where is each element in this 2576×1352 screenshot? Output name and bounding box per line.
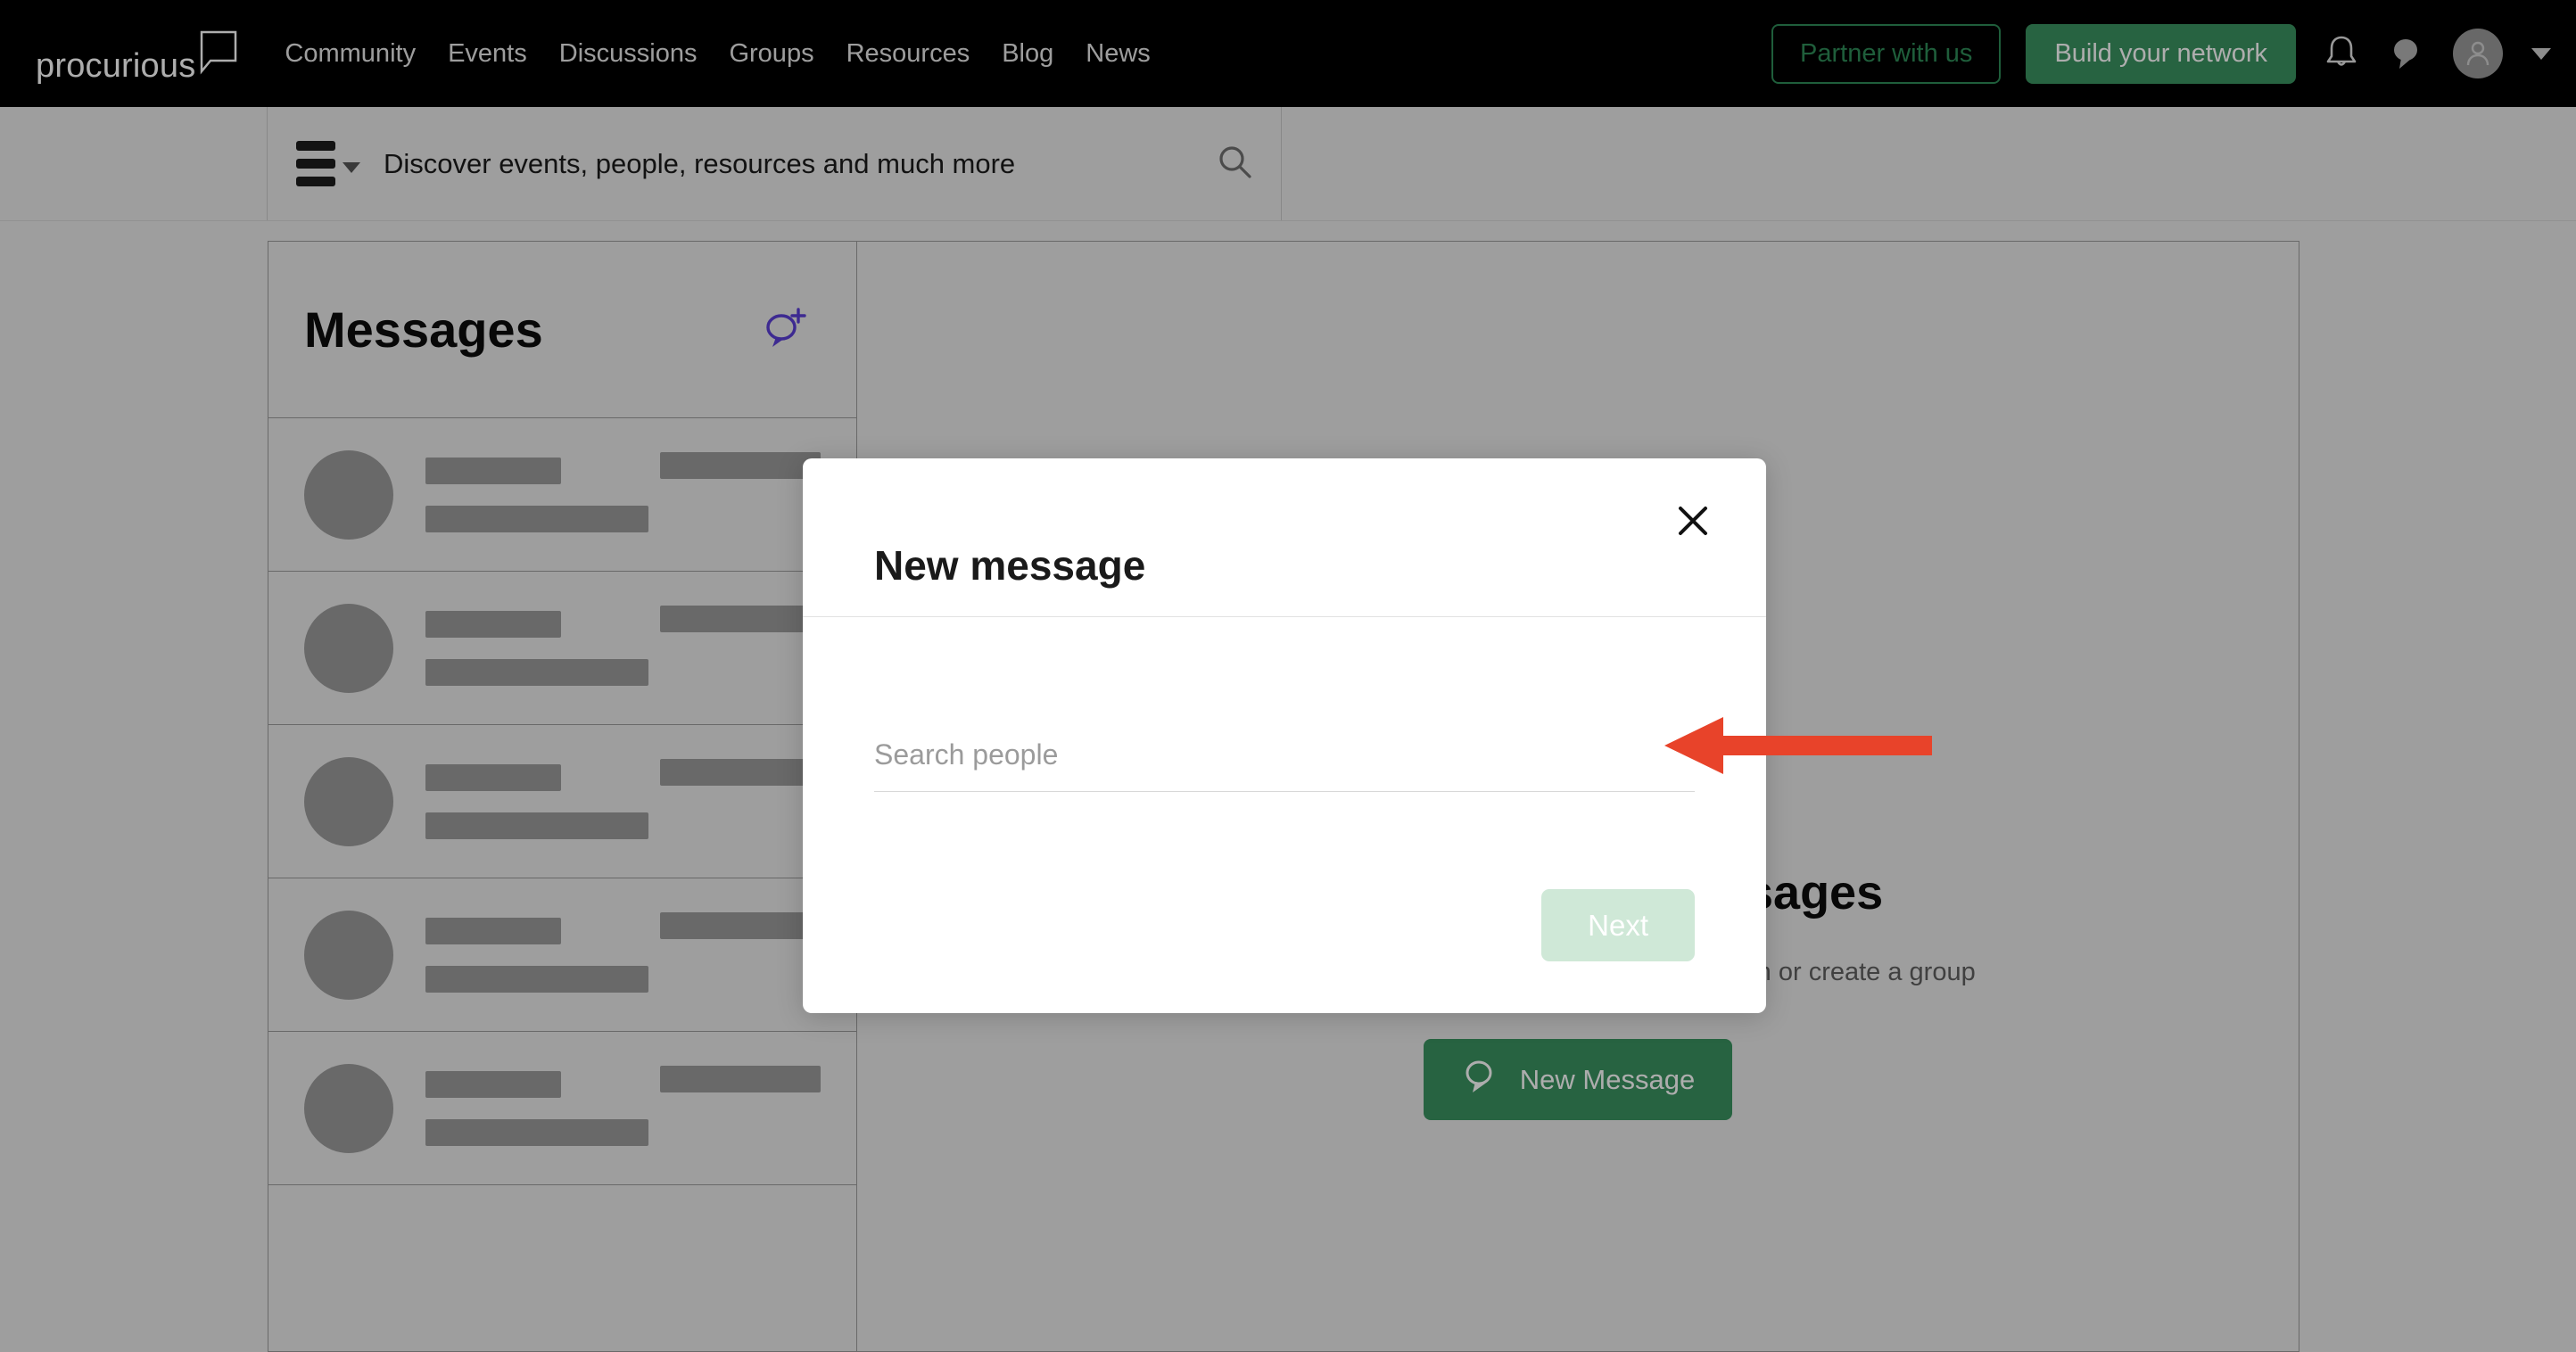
messages-sidebar: Messages xyxy=(268,242,857,1351)
skeleton-timestamp xyxy=(660,1066,821,1092)
avatar xyxy=(304,1063,393,1153)
new-message-button[interactable]: New Message xyxy=(1423,1039,1733,1121)
skeleton-text-lines xyxy=(425,610,648,686)
user-avatar-icon[interactable] xyxy=(2453,29,2503,78)
next-button[interactable]: Next xyxy=(1541,888,1695,961)
modal-title: New message xyxy=(874,542,1146,589)
nav-link-resources[interactable]: Resources xyxy=(846,40,970,67)
list-item[interactable] xyxy=(268,725,856,878)
search-input[interactable]: Discover events, people, resources and m… xyxy=(384,150,1192,177)
nav-link-blog[interactable]: Blog xyxy=(1002,40,1053,67)
skeleton-line xyxy=(425,965,648,993)
bell-icon[interactable] xyxy=(2321,33,2362,74)
avatar xyxy=(304,603,393,693)
brand-logo[interactable]: procurious xyxy=(36,30,238,83)
avatar xyxy=(304,910,393,1000)
skeleton-line xyxy=(425,610,561,638)
search-strip-right-spacer xyxy=(1282,107,2576,220)
new-message-modal: New message Next xyxy=(803,458,1766,1013)
skeleton-timestamp xyxy=(660,606,821,632)
nav-actions: Partner with us Build your network xyxy=(1771,23,2551,84)
close-icon[interactable] xyxy=(1670,498,1716,544)
skeleton-timestamp xyxy=(660,452,821,479)
list-item[interactable] xyxy=(268,572,856,725)
skeleton-text-lines xyxy=(425,763,648,839)
list-item[interactable] xyxy=(268,1032,856,1185)
list-item[interactable] xyxy=(268,878,856,1032)
skeleton-line xyxy=(425,505,648,532)
nav-link-news[interactable]: News xyxy=(1086,40,1151,67)
skeleton-line xyxy=(425,1118,648,1146)
top-navigation-bar: procurious Community Events Discussions … xyxy=(0,0,2576,107)
skeleton-line xyxy=(425,812,648,839)
skeleton-line xyxy=(425,763,561,791)
new-message-button-label: New Message xyxy=(1519,1064,1696,1096)
page-title: Messages xyxy=(304,301,543,358)
search-strip-left-spacer xyxy=(0,107,268,220)
left-pointing-arrow-annotation xyxy=(1664,713,1932,782)
hamburger-menu-icon[interactable] xyxy=(296,141,360,186)
chevron-down-icon[interactable] xyxy=(2531,47,2551,60)
nav-link-discussions[interactable]: Discussions xyxy=(559,40,698,67)
new-chat-icon[interactable] xyxy=(758,304,810,356)
avatar xyxy=(304,756,393,846)
modal-header: New message xyxy=(803,458,1766,617)
conversation-skeleton-list xyxy=(268,418,856,1351)
modal-body xyxy=(803,617,1766,856)
skeleton-text-lines xyxy=(425,1070,648,1146)
partner-with-us-button[interactable]: Partner with us xyxy=(1771,23,2002,84)
chevron-down-icon xyxy=(343,161,360,173)
search-people-input[interactable] xyxy=(874,738,1695,792)
brand-name: procurious xyxy=(36,47,196,85)
skeleton-timestamp xyxy=(660,912,821,939)
skeleton-line xyxy=(425,1070,561,1098)
nav-link-events[interactable]: Events xyxy=(448,40,527,67)
messages-sidebar-header: Messages xyxy=(268,242,856,418)
skeleton-text-lines xyxy=(425,457,648,532)
build-your-network-button[interactable]: Build your network xyxy=(2026,23,2296,84)
primary-nav-links: Community Events Discussions Groups Reso… xyxy=(285,40,1151,67)
avatar xyxy=(304,449,393,540)
search-icon[interactable] xyxy=(1215,142,1254,185)
global-search-strip: Discover events, people, resources and m… xyxy=(0,107,2576,221)
nav-link-groups[interactable]: Groups xyxy=(729,40,813,67)
chat-bubble-icon[interactable] xyxy=(2387,33,2428,74)
page-root: procurious Community Events Discussions … xyxy=(0,0,2576,1352)
skeleton-line xyxy=(425,917,561,944)
search-people-field xyxy=(874,738,1695,792)
modal-footer: Next xyxy=(803,856,1766,1013)
nav-link-community[interactable]: Community xyxy=(285,40,416,67)
list-item[interactable] xyxy=(268,418,856,572)
chat-bubble-icon xyxy=(1461,1059,1500,1101)
skeleton-text-lines xyxy=(425,917,648,993)
skeleton-timestamp xyxy=(660,759,821,786)
global-search-container: Discover events, people, resources and m… xyxy=(268,107,1282,220)
skeleton-line xyxy=(425,658,648,686)
skeleton-line xyxy=(425,457,561,484)
speech-bubble-outline-icon xyxy=(199,30,238,77)
